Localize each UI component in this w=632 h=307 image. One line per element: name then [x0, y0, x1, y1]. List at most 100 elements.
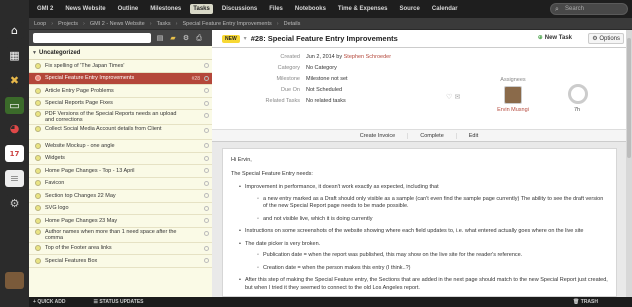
- task-status-icon[interactable]: [35, 192, 41, 199]
- task-status-icon[interactable]: [35, 180, 41, 187]
- task-list-item[interactable]: Article Entry Page Problems: [29, 85, 212, 98]
- circle-icon[interactable]: [204, 230, 209, 236]
- assignee-avatar[interactable]: [504, 86, 522, 104]
- nav-item-source[interactable]: Source: [397, 4, 423, 14]
- created-by-link[interactable]: Stephen Schroeder: [344, 54, 391, 60]
- task-status-icon[interactable]: [35, 111, 41, 117]
- search-input[interactable]: ⌕ Search: [550, 3, 628, 15]
- breadcrumb-item[interactable]: GMI 2 - News Website: [90, 21, 145, 27]
- vertical-scrollbar[interactable]: [626, 30, 632, 297]
- create-invoice-button[interactable]: Create Invoice: [348, 133, 407, 139]
- task-status-icon[interactable]: [35, 75, 41, 82]
- task-list-item[interactable]: PDF Versions of the Special Reports need…: [29, 110, 212, 125]
- new-task-button[interactable]: ⊕ New Task: [538, 34, 572, 41]
- monitor-icon[interactable]: ▭: [5, 97, 24, 114]
- complete-button[interactable]: Complete: [407, 132, 456, 139]
- nav-item-tasks[interactable]: Tasks: [190, 4, 213, 14]
- scrollbar-thumb[interactable]: [627, 38, 631, 158]
- circle-icon[interactable]: [204, 75, 209, 81]
- circle-icon[interactable]: [204, 168, 209, 173]
- nav-item-files[interactable]: Files: [266, 4, 286, 14]
- quick-add-button[interactable]: + QUICK ADD: [33, 299, 79, 305]
- breadcrumb-item[interactable]: Details: [284, 21, 301, 27]
- task-status-icon[interactable]: [35, 62, 41, 69]
- task-list-item[interactable]: Top of the Footer area links: [29, 243, 212, 255]
- breadcrumb-item[interactable]: Projects: [58, 21, 78, 27]
- task-filter-input[interactable]: [33, 33, 151, 43]
- chart-icon[interactable]: ◕: [5, 120, 24, 137]
- nav-item-news-website[interactable]: News Website: [62, 4, 108, 14]
- task-list-item[interactable]: Collect Social Media Account details fro…: [29, 125, 212, 140]
- task-status-icon[interactable]: [35, 87, 41, 94]
- task-status-icon[interactable]: [35, 257, 41, 264]
- home-icon[interactable]: ⌂: [5, 22, 24, 39]
- notes-icon[interactable]: ≡: [5, 170, 24, 187]
- nav-item-calendar[interactable]: Calendar: [429, 4, 461, 14]
- task-list-item[interactable]: Home Page Changes - Top - 13 April: [29, 165, 212, 178]
- timer-icon[interactable]: [568, 84, 588, 104]
- due-value[interactable]: Not Scheduled: [306, 87, 342, 98]
- task-status-icon[interactable]: [35, 217, 41, 224]
- task-status-icon[interactable]: [35, 155, 41, 162]
- status-updates-button[interactable]: ☰ STATUS UPDATES: [93, 299, 157, 305]
- circle-icon[interactable]: [204, 100, 209, 106]
- tools-icon[interactable]: ✖: [5, 72, 24, 89]
- calendar-icon[interactable]: 17: [5, 145, 24, 162]
- nav-item-gmi[interactable]: GMI 2: [34, 4, 56, 14]
- category-value[interactable]: No Category: [306, 65, 337, 76]
- task-status-icon[interactable]: [35, 126, 41, 132]
- task-list-item[interactable]: Fix spelling of 'The Japan Times': [29, 60, 212, 73]
- task-list-item[interactable]: SVG logo: [29, 203, 212, 215]
- trash-button[interactable]: 🗑 TRASH: [573, 299, 612, 305]
- circle-icon[interactable]: [204, 143, 209, 148]
- nav-item-discussions[interactable]: Discussions: [219, 4, 260, 14]
- options-button[interactable]: ⚙ Options: [588, 33, 624, 44]
- circle-icon[interactable]: [204, 218, 209, 223]
- task-list-item[interactable]: Favicon: [29, 178, 212, 190]
- print-icon[interactable]: ⎙: [195, 34, 203, 42]
- circle-icon[interactable]: [204, 155, 209, 161]
- nav-item-milestones[interactable]: Milestones: [147, 4, 184, 14]
- task-list-item[interactable]: Section top Changes 22 May: [29, 190, 212, 203]
- circle-icon[interactable]: [204, 193, 209, 198]
- heart-icon[interactable]: ♡: [446, 93, 452, 101]
- nav-item-outline[interactable]: Outline: [115, 4, 142, 14]
- circle-icon[interactable]: [204, 128, 209, 133]
- user-avatar[interactable]: [5, 272, 24, 289]
- mail-icon[interactable]: ✉: [455, 93, 461, 101]
- task-status-icon[interactable]: [35, 228, 41, 235]
- task-status-icon[interactable]: [35, 205, 41, 212]
- task-list-item[interactable]: Special Reports Page Fixes: [29, 98, 212, 110]
- task-group-header[interactable]: ▼ Uncategorized: [29, 46, 212, 60]
- circle-icon[interactable]: [204, 113, 209, 118]
- arrow-down-icon[interactable]: ▾: [244, 35, 247, 42]
- task-list-item[interactable]: Home Page Changes 23 May: [29, 215, 212, 228]
- folder-icon[interactable]: ▰: [169, 34, 177, 42]
- task-list-item[interactable]: Widgets: [29, 153, 212, 165]
- gear-icon[interactable]: ⚙: [182, 34, 190, 42]
- circle-icon[interactable]: [204, 245, 209, 251]
- task-status-icon[interactable]: [35, 245, 41, 252]
- task-list-item[interactable]: Author names when more than 1 need space…: [29, 228, 212, 243]
- milestone-value[interactable]: Milestone not set: [306, 76, 348, 87]
- circle-icon[interactable]: [204, 258, 209, 263]
- edit-button[interactable]: Edit: [455, 132, 490, 139]
- circle-icon[interactable]: [204, 88, 209, 93]
- nav-item-notebooks[interactable]: Notebooks: [292, 4, 329, 14]
- circle-icon[interactable]: [204, 205, 209, 211]
- nav-item-time-expenses[interactable]: Time & Expenses: [335, 4, 391, 14]
- assignee-name[interactable]: Ervin Musngi: [490, 107, 536, 113]
- task-list-item[interactable]: Website Mockup - one angle: [29, 140, 212, 153]
- circle-icon[interactable]: [204, 180, 209, 186]
- task-list-item[interactable]: Special Feature Entry Improvements #28: [29, 72, 212, 85]
- task-status-icon[interactable]: [35, 100, 41, 107]
- breadcrumb-item[interactable]: Special Feature Entry Improvements: [182, 21, 271, 27]
- projects-icon[interactable]: ▦: [5, 47, 24, 64]
- breadcrumb-item[interactable]: Loop: [34, 21, 46, 27]
- filter-icon[interactable]: ▤: [156, 34, 164, 42]
- breadcrumb-item[interactable]: Tasks: [157, 21, 171, 27]
- settings-icon[interactable]: ⚙: [5, 195, 24, 212]
- circle-icon[interactable]: [204, 63, 209, 68]
- task-status-icon[interactable]: [35, 142, 41, 149]
- task-status-icon[interactable]: [35, 167, 41, 174]
